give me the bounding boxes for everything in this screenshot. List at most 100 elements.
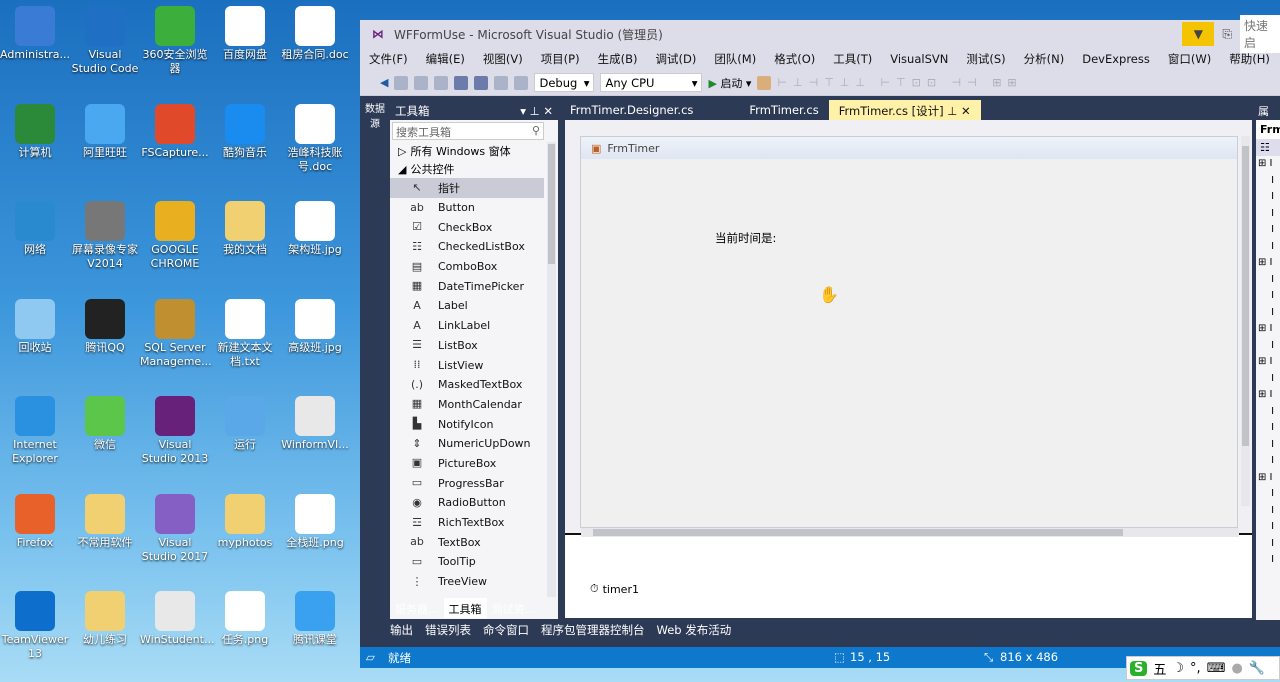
- label-current-time[interactable]: 当前时间是:: [715, 230, 776, 246]
- tab-document[interactable]: FrmTimer.cs: [739, 100, 828, 120]
- desktop-icon[interactable]: SQL Server Manageme...: [140, 298, 212, 369]
- new-project-icon[interactable]: [414, 75, 429, 90]
- bottom-tab[interactable]: 输出: [390, 622, 413, 638]
- desktop-icon[interactable]: 腾讯QQ: [70, 298, 140, 355]
- desktop-icon[interactable]: 回收站: [0, 298, 70, 355]
- toolbox-item[interactable]: ▭ ToolTip: [390, 552, 544, 572]
- group-all-windows-forms[interactable]: ▷ 所有 Windows 窗体: [390, 142, 558, 160]
- desktop-icon[interactable]: 百度网盘: [210, 6, 280, 62]
- property-row[interactable]: I: [1258, 536, 1280, 553]
- desktop-icon[interactable]: Internet Explorer: [0, 396, 70, 466]
- sogou-logo-icon[interactable]: S: [1130, 660, 1148, 676]
- menu-item[interactable]: 项目(P): [532, 51, 589, 67]
- property-row[interactable]: I: [1258, 272, 1280, 289]
- desktop-icon[interactable]: 新建文本文档.txt: [210, 298, 280, 369]
- toolbox-item[interactable]: ◉ RadioButton: [390, 493, 544, 513]
- toolbox-item[interactable]: ☷ CheckedListBox: [390, 237, 544, 257]
- desktop-icon[interactable]: 阿里旺旺: [70, 103, 140, 160]
- keyboard-icon[interactable]: ⌨: [1207, 661, 1226, 676]
- toolbox-item[interactable]: ab TextBox: [390, 532, 544, 552]
- property-row[interactable]: I: [1258, 437, 1280, 454]
- bottom-tab[interactable]: Web 发布活动: [657, 622, 732, 638]
- toolbox-item[interactable]: ▭ ProgressBar: [390, 473, 544, 493]
- tab-toolbox[interactable]: 工具箱: [443, 598, 487, 618]
- menu-item[interactable]: 调试(D): [646, 51, 705, 67]
- punctuation-icon[interactable]: °,: [1190, 661, 1201, 676]
- property-row[interactable]: I: [1258, 189, 1280, 206]
- desktop-icon[interactable]: 租房合同.doc: [280, 6, 350, 62]
- toolbox-search-input[interactable]: 搜索工具箱 ⚲: [392, 122, 544, 140]
- desktop-icon[interactable]: Administra...: [0, 6, 70, 62]
- desktop-icon[interactable]: GOOGLE CHROME: [140, 201, 210, 271]
- desktop-icon[interactable]: 高级班.jpg: [280, 298, 350, 355]
- toolbox-item[interactable]: ▤ ComboBox: [390, 257, 544, 277]
- desktop-icon[interactable]: 我的文档: [210, 201, 280, 257]
- moon-icon[interactable]: ☽: [1172, 661, 1184, 676]
- toolbox-scrollbar[interactable]: [547, 142, 556, 597]
- property-row[interactable]: I: [1258, 519, 1280, 536]
- tab-document[interactable]: FrmTimer.cs [设计] ⊥ ✕: [828, 100, 981, 120]
- property-row[interactable]: ⊞ I: [1258, 387, 1280, 404]
- start-button[interactable]: ▶ 启动 ▾: [708, 75, 751, 91]
- desktop-icon[interactable]: 网络: [0, 201, 70, 257]
- config-select[interactable]: Debug ▾: [534, 73, 595, 92]
- back-icon[interactable]: ◀: [380, 76, 388, 89]
- property-row[interactable]: I: [1258, 338, 1280, 355]
- menu-item[interactable]: 窗口(W): [1159, 51, 1220, 67]
- tab-test-explorer[interactable]: 测试资...: [487, 598, 541, 618]
- toolbox-item[interactable]: ⁞⁞ ListView: [390, 355, 544, 375]
- bottom-tab[interactable]: 错误列表: [425, 622, 471, 638]
- menu-item[interactable]: 文件(F): [360, 51, 417, 67]
- menu-item[interactable]: 生成(B): [589, 51, 647, 67]
- property-row[interactable]: I: [1258, 173, 1280, 190]
- property-row[interactable]: ⊞ I: [1258, 255, 1280, 272]
- property-row[interactable]: I: [1258, 288, 1280, 305]
- desktop-icon[interactable]: 360安全浏览器: [140, 6, 210, 76]
- tab-server-explorer[interactable]: 服务器...: [390, 598, 444, 618]
- property-row[interactable]: ⊞ I: [1258, 156, 1280, 173]
- platform-select[interactable]: Any CPU ▾: [600, 73, 703, 92]
- desktop-icon[interactable]: Visual Studio 2017: [140, 493, 210, 564]
- toolbox-item[interactable]: ☑ CheckBox: [390, 217, 544, 237]
- property-row[interactable]: I: [1258, 404, 1280, 421]
- desktop-icon[interactable]: 酷狗音乐: [210, 103, 280, 160]
- menu-item[interactable]: 分析(N): [1015, 51, 1074, 67]
- toolbox-item[interactable]: A Label: [390, 296, 544, 316]
- menu-item[interactable]: 工具(T): [824, 51, 881, 67]
- desktop-icon[interactable]: 腾讯课堂: [280, 591, 350, 647]
- desktop-icon[interactable]: FSCapture...: [140, 103, 210, 160]
- property-row[interactable]: ⊞ I: [1258, 470, 1280, 487]
- toolbox-item[interactable]: ▙ NotifyIcon: [390, 414, 544, 434]
- property-row[interactable]: ⊞ I: [1258, 354, 1280, 371]
- property-row[interactable]: I: [1258, 206, 1280, 223]
- property-row[interactable]: I: [1258, 486, 1280, 503]
- filter-icon[interactable]: ▼: [1182, 22, 1215, 46]
- menu-item[interactable]: 视图(V): [474, 51, 532, 67]
- forward-icon[interactable]: [394, 75, 409, 90]
- tab-document[interactable]: FrmTimer.Designer.cs: [560, 100, 703, 120]
- desktop-icon[interactable]: 幼儿练习: [70, 591, 140, 647]
- desktop-icon[interactable]: 计算机: [0, 103, 70, 160]
- desktop-icon[interactable]: TeamViewer 13: [0, 591, 70, 661]
- feedback-icon[interactable]: ⎘: [1222, 27, 1232, 42]
- toolbox-item[interactable]: ⋮ TreeView: [390, 572, 544, 592]
- horizontal-scrollbar[interactable]: [581, 528, 1239, 537]
- quick-launch-input[interactable]: 快速启: [1240, 15, 1280, 53]
- desktop-icon[interactable]: 任务.png: [210, 591, 280, 647]
- toolbox-item[interactable]: ↖ 指针: [390, 178, 544, 198]
- desktop-icon[interactable]: myphotos: [210, 493, 280, 550]
- vertical-scrollbar[interactable]: [1241, 136, 1250, 506]
- menu-item[interactable]: 测试(S): [957, 51, 1014, 67]
- toolbox-item[interactable]: ⇕ NumericUpDown: [390, 434, 544, 454]
- menu-item[interactable]: 帮助(H): [1220, 51, 1279, 67]
- menu-item[interactable]: 团队(M): [705, 51, 765, 67]
- group-common-controls[interactable]: ◢ 公共控件: [390, 160, 558, 178]
- desktop-icon[interactable]: 屏幕录像专家V2014: [70, 201, 140, 271]
- toolbox-item[interactable]: A LinkLabel: [390, 316, 544, 336]
- desktop-icon[interactable]: Visual Studio Code: [70, 6, 140, 76]
- property-row[interactable]: ⊞ I: [1258, 321, 1280, 338]
- desktop-icon[interactable]: 全栈班.png: [280, 493, 350, 550]
- toolbox-item[interactable]: ab Button: [390, 198, 544, 218]
- property-row[interactable]: I: [1258, 371, 1280, 388]
- toolbox-item[interactable]: ▦ MonthCalendar: [390, 395, 544, 415]
